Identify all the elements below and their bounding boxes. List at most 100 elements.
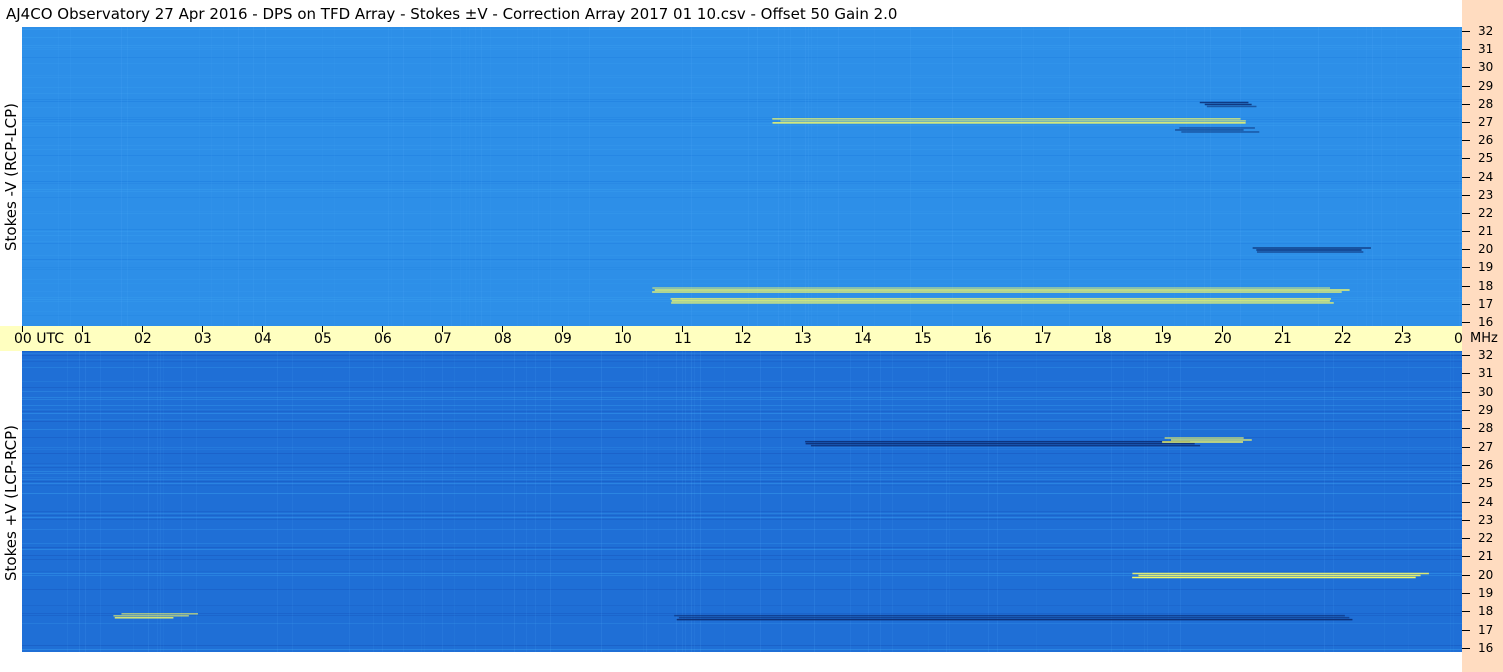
texture-column [1408,351,1409,652]
texture-column [514,351,515,652]
freq-tick [1462,49,1470,51]
bright-emission-band [1138,574,1421,577]
time-tick-label: 15 [914,331,932,347]
texture-column [1033,27,1034,326]
texture-column [160,351,161,652]
texture-column [1174,27,1175,326]
texture-stripe [22,517,1462,518]
freq-tick-label: 22 [1478,205,1494,220]
texture-column [373,351,374,652]
freq-tick-label: 28 [1478,421,1494,436]
texture-column [658,351,659,652]
texture-column [910,27,911,326]
bottom-spectrogram-svg [22,351,1462,652]
texture-stripe [22,483,1462,484]
time-tick [862,326,863,332]
texture-column [949,351,950,652]
dark-absorption-band [1179,127,1255,129]
bright-emission-band [654,289,1350,291]
dark-absorption-band [810,444,1201,447]
texture-stripe [22,429,1462,430]
freq-tick-label: 20 [1478,567,1494,582]
texture-column [928,351,929,652]
time-tick [1402,326,1403,332]
spectrogram-background [22,351,1462,652]
freq-tick-label: 29 [1478,402,1494,417]
texture-stripe [22,589,1462,590]
texture-stripe [22,559,1462,560]
freq-tick-label: 23 [1478,512,1494,527]
texture-column [1036,351,1037,652]
time-tick [322,326,323,332]
time-tick [442,326,443,332]
texture-column [1144,351,1145,652]
texture-stripe [22,381,1462,382]
texture-column [691,351,692,652]
texture-column [133,351,134,652]
texture-column [814,351,815,652]
freq-tick-label: 28 [1478,96,1494,111]
bright-emission-band [114,617,174,619]
time-tick [982,326,983,332]
texture-column [601,351,602,652]
time-tick [1042,326,1043,332]
texture-column [223,27,224,326]
freq-tick [1462,483,1470,485]
texture-stripe [22,421,1462,422]
texture-column [148,351,149,652]
texture-column [643,351,644,652]
dark-absorption-band [1256,251,1364,253]
dark-absorption-band [805,442,1195,445]
time-tick-label: 20 [1214,331,1232,347]
texture-stripe [22,529,1462,530]
texture-column [277,351,278,652]
texture-column [85,351,86,652]
texture-column [694,351,695,652]
texture-column [211,27,212,326]
freq-tick-label: 20 [1478,242,1494,257]
texture-column [1324,351,1325,652]
texture-stripe [22,411,1462,412]
freq-tick-label: 31 [1478,42,1494,57]
dark-absorption-band [678,616,1350,619]
time-tick-label: 21 [1274,331,1292,347]
freq-tick [1462,556,1470,558]
texture-column [685,351,686,652]
texture-column [568,27,569,326]
texture-column [784,27,785,326]
texture-column [778,27,779,326]
freq-tick [1462,285,1470,287]
time-tick-label: 01 [74,331,92,347]
freq-tick [1462,409,1470,411]
texture-column [868,351,869,652]
texture-stripe [22,413,1462,414]
texture-column [349,351,350,652]
texture-column [538,27,539,326]
texture-column [181,351,182,652]
texture-column [475,27,476,326]
texture-column [952,27,953,326]
time-tick [502,326,503,332]
texture-stripe [22,493,1462,494]
texture-column [1264,351,1265,652]
freq-tick-label: 24 [1478,494,1494,509]
texture-column [1384,351,1385,652]
freq-tick [1462,158,1470,160]
time-tick [82,326,83,332]
texture-column [265,27,266,326]
texture-column [1180,351,1181,652]
freq-tick [1462,446,1470,448]
freq-tick-label: 32 [1478,348,1494,362]
texture-column [550,27,551,326]
texture-stripe [22,479,1462,480]
dark-absorption-band [1181,131,1260,133]
texture-stripe [22,437,1462,438]
texture-stripe [22,449,1462,450]
dark-absorption-band [674,614,1345,617]
texture-column [292,351,293,652]
freq-tick [1462,194,1470,196]
texture-column [1240,27,1241,326]
top-spectrogram-svg [22,27,1462,326]
texture-stripe [22,387,1462,388]
texture-column [700,351,701,652]
